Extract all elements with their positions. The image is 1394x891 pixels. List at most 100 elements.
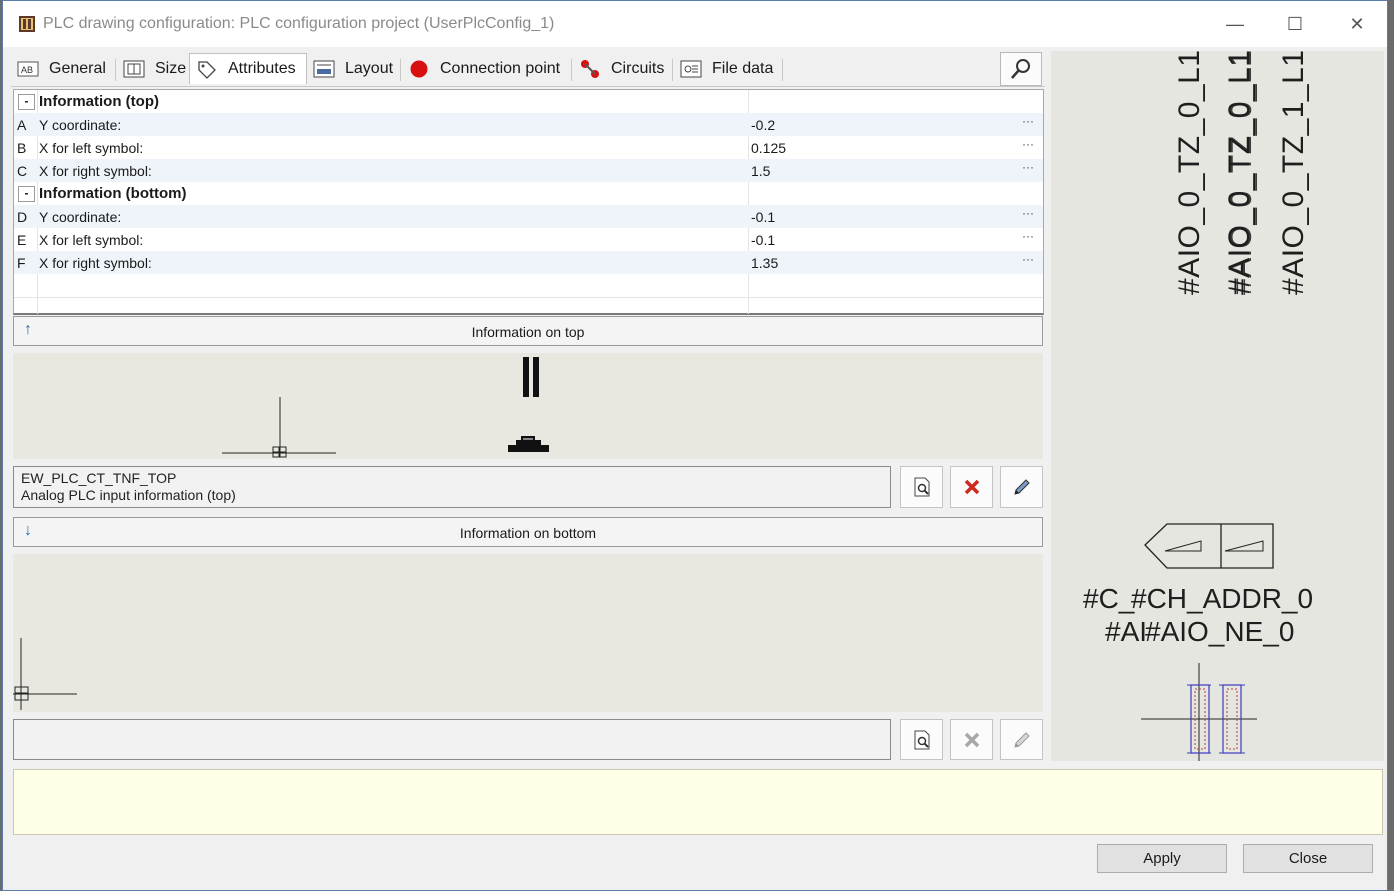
collapse-toggle[interactable]: - xyxy=(18,186,35,202)
section-header-bottom[interactable]: ↓ Information on bottom xyxy=(13,517,1043,547)
tab-bar: AB General Size Attributes Layout Connec… xyxy=(11,51,1045,87)
title-bar: PLC drawing configuration: PLC configura… xyxy=(3,1,1387,47)
window-title: PLC drawing configuration: PLC configura… xyxy=(43,15,555,32)
bottom-symbol-preview xyxy=(13,554,1043,712)
apply-button[interactable]: Apply xyxy=(1097,844,1227,873)
row-key: B xyxy=(17,140,27,156)
file-data-icon xyxy=(680,59,702,79)
row-value[interactable]: -0.2 xyxy=(751,117,775,133)
grid-row[interactable]: A Y coordinate: -0.2 ··· xyxy=(14,113,1043,136)
tab-divider xyxy=(115,59,116,81)
delete-x-icon xyxy=(964,732,979,747)
grid-row-divider xyxy=(14,297,1043,298)
ellipsis-button[interactable]: ··· xyxy=(1022,229,1034,243)
tab-divider xyxy=(672,59,673,81)
bottom-symbol-field[interactable] xyxy=(13,719,891,760)
svg-text:AB: AB xyxy=(21,65,33,75)
row-key: E xyxy=(17,232,27,248)
group-header-top[interactable]: - Information (top) xyxy=(14,90,1043,113)
bottom-browse-button[interactable] xyxy=(900,719,943,760)
group-title: Information (top) xyxy=(39,93,159,110)
search-button[interactable] xyxy=(1000,52,1042,86)
pencil-icon xyxy=(1013,731,1030,748)
section-title: Information on top xyxy=(471,324,585,340)
top-preview-drawing xyxy=(222,357,549,458)
vertical-label-1: #AIO_0_TZ_0_L1 xyxy=(1173,49,1206,296)
symbol-name: EW_PLC_CT_TNF_TOP xyxy=(21,470,177,486)
close-window-button[interactable]: ✕ xyxy=(1343,11,1371,37)
tab-general[interactable]: AB General xyxy=(11,55,106,83)
row-key: A xyxy=(17,117,27,133)
group-title: Information (bottom) xyxy=(39,185,187,202)
tab-label: General xyxy=(49,60,106,77)
vertical-label-2-overlap: #AIO_0_TZ_0_L1 xyxy=(1225,49,1258,296)
row-value[interactable]: 1.35 xyxy=(751,255,778,271)
tab-divider xyxy=(782,59,783,81)
grid-row[interactable]: D Y coordinate: -0.1 ··· xyxy=(14,205,1043,228)
dialog-window: PLC drawing configuration: PLC configura… xyxy=(2,0,1388,891)
close-button[interactable]: Close xyxy=(1243,844,1373,873)
top-delete-button[interactable] xyxy=(950,466,993,508)
bottom-delete-button[interactable] xyxy=(950,719,993,760)
symbol-description: Analog PLC input information (top) xyxy=(21,487,236,503)
app-icon xyxy=(19,16,35,32)
overlap-text-2b: #AIO_NE_0 xyxy=(1145,616,1295,647)
minimize-button[interactable]: — xyxy=(1221,11,1249,37)
tab-label: Size xyxy=(155,60,187,77)
maximize-button[interactable]: ☐ xyxy=(1281,11,1309,37)
grid-row[interactable]: F X for right symbol: 1.35 ··· xyxy=(14,251,1043,274)
tab-divider xyxy=(571,59,572,81)
message-area xyxy=(13,769,1383,835)
vertical-label-3: #AIO_0_TZ_1_L1 xyxy=(1277,49,1310,296)
top-edit-button[interactable] xyxy=(1000,466,1043,508)
overlap-text-1b: #CH_ADDR_0 xyxy=(1131,583,1314,614)
property-grid: - Information (top) A Y coordinate: -0.2… xyxy=(13,89,1044,315)
tab-attributes[interactable]: Attributes xyxy=(189,53,307,84)
preview-search-icon xyxy=(914,730,929,749)
row-value[interactable]: 0.125 xyxy=(751,140,786,156)
row-label: X for left symbol: xyxy=(39,232,144,248)
top-browse-button[interactable] xyxy=(900,466,943,508)
row-value[interactable]: 1.5 xyxy=(751,163,770,179)
magnifier-icon xyxy=(1011,59,1030,79)
tab-circuits[interactable]: Circuits xyxy=(573,55,664,83)
tab-size[interactable]: Size xyxy=(117,55,186,83)
bottom-edit-button[interactable] xyxy=(1000,719,1043,760)
bottom-preview-drawing xyxy=(13,638,77,710)
ellipsis-button[interactable]: ··· xyxy=(1022,137,1034,151)
section-title: Information on bottom xyxy=(459,525,597,541)
ellipsis-button[interactable]: ··· xyxy=(1022,160,1034,174)
tab-file-data[interactable]: File data xyxy=(674,55,773,83)
row-value[interactable]: -0.1 xyxy=(751,232,775,248)
terminal-symbol xyxy=(1141,663,1257,761)
preview-search-icon xyxy=(914,477,929,497)
tab-connection-point[interactable]: Connection point xyxy=(402,55,560,83)
top-symbol-preview xyxy=(13,353,1043,459)
section-header-top[interactable]: ↑ Information on top xyxy=(13,316,1043,346)
grid-row[interactable]: E X for left symbol: -0.1 ··· xyxy=(14,228,1043,251)
red-dot-icon xyxy=(408,59,430,79)
row-label: X for right symbol: xyxy=(39,163,152,179)
collapse-toggle[interactable]: - xyxy=(18,94,35,110)
overlap-text-2a: #AI xyxy=(1105,616,1148,647)
row-value[interactable]: -0.1 xyxy=(751,209,775,225)
row-key: C xyxy=(17,163,28,179)
connector-symbol xyxy=(1144,523,1274,569)
size-icon xyxy=(123,59,145,79)
row-label: Y coordinate: xyxy=(39,117,122,133)
tab-label: Layout xyxy=(345,60,394,77)
row-key: F xyxy=(17,255,26,271)
layout-icon xyxy=(313,59,335,79)
grid-row[interactable]: B X for left symbol: 0.125 ··· xyxy=(14,136,1043,159)
group-header-bottom[interactable]: - Information (bottom) xyxy=(14,182,1043,205)
general-icon: AB xyxy=(17,59,39,79)
ellipsis-button[interactable]: ··· xyxy=(1022,252,1034,266)
ellipsis-button[interactable]: ··· xyxy=(1022,206,1034,220)
ellipsis-button[interactable]: ··· xyxy=(1022,114,1034,128)
row-label: Y coordinate: xyxy=(39,209,122,225)
top-symbol-field[interactable]: EW_PLC_CT_TNF_TOP Analog PLC input infor… xyxy=(13,466,891,508)
tab-layout[interactable]: Layout xyxy=(307,55,393,83)
row-label: X for left symbol: xyxy=(39,140,144,156)
grid-row[interactable]: C X for right symbol: 1.5 ··· xyxy=(14,159,1043,182)
tab-label: Circuits xyxy=(611,60,665,77)
